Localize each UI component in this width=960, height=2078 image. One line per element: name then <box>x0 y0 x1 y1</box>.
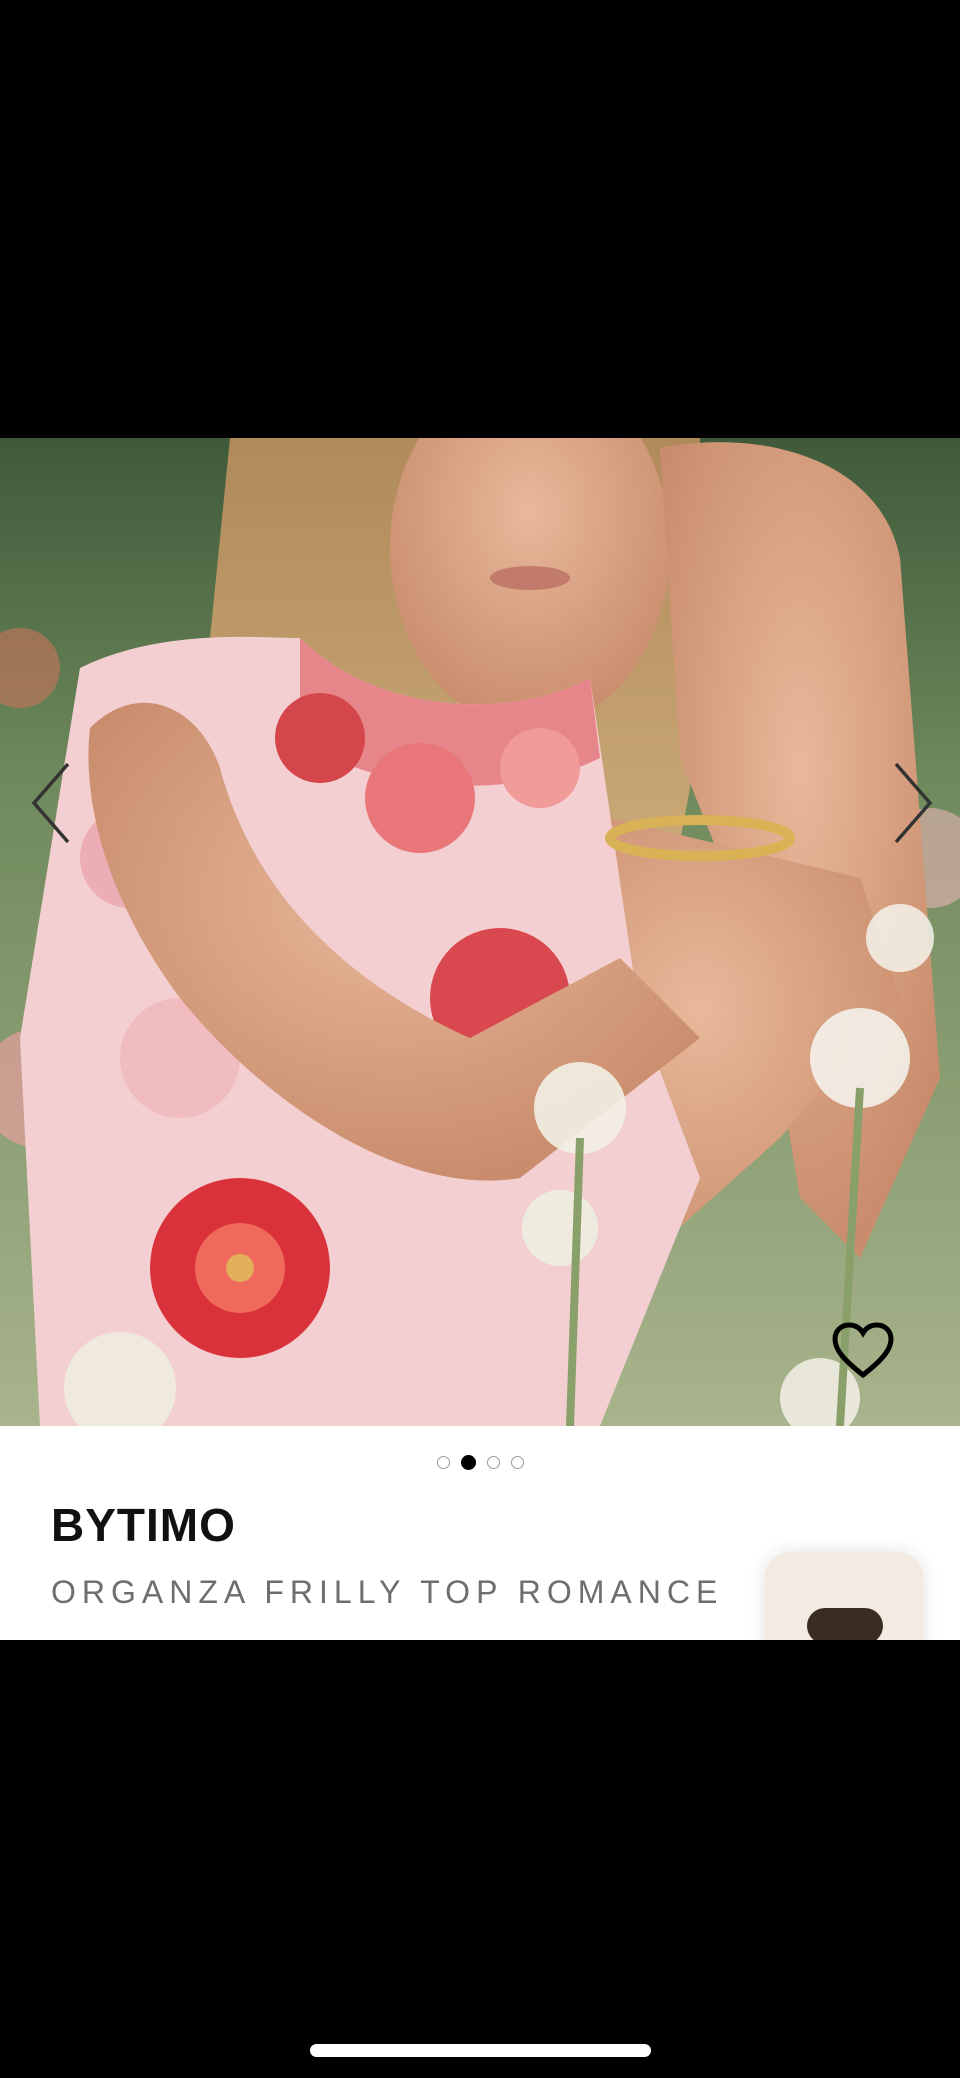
prev-image-button[interactable] <box>30 758 78 848</box>
product-image[interactable] <box>0 438 960 1426</box>
chat-bubble-icon <box>807 1608 883 1640</box>
pagination-dot[interactable] <box>486 1456 500 1469</box>
pagination-dot[interactable] <box>510 1456 524 1469</box>
product-card: BYTIMO ORGANZA FRILLY TOP ROMANCE <box>0 438 960 1640</box>
pagination-dot[interactable] <box>436 1456 450 1469</box>
product-title: ORGANZA FRILLY TOP ROMANCE <box>51 1574 724 1610</box>
chat-button[interactable] <box>765 1552 923 1640</box>
image-pagination <box>0 1455 960 1470</box>
pagination-dot-active[interactable] <box>460 1455 476 1470</box>
chevron-right-icon <box>894 762 933 844</box>
home-indicator[interactable] <box>310 2044 651 2057</box>
brand-name[interactable]: BYTIMO <box>51 1498 236 1552</box>
chevron-left-icon <box>31 762 70 844</box>
screen: BYTIMO ORGANZA FRILLY TOP ROMANCE <box>0 0 960 2078</box>
heart-outline-icon <box>832 1322 894 1379</box>
favorite-button[interactable] <box>832 1322 894 1380</box>
next-image-button[interactable] <box>886 758 934 848</box>
product-photo-illustration <box>0 438 960 1426</box>
